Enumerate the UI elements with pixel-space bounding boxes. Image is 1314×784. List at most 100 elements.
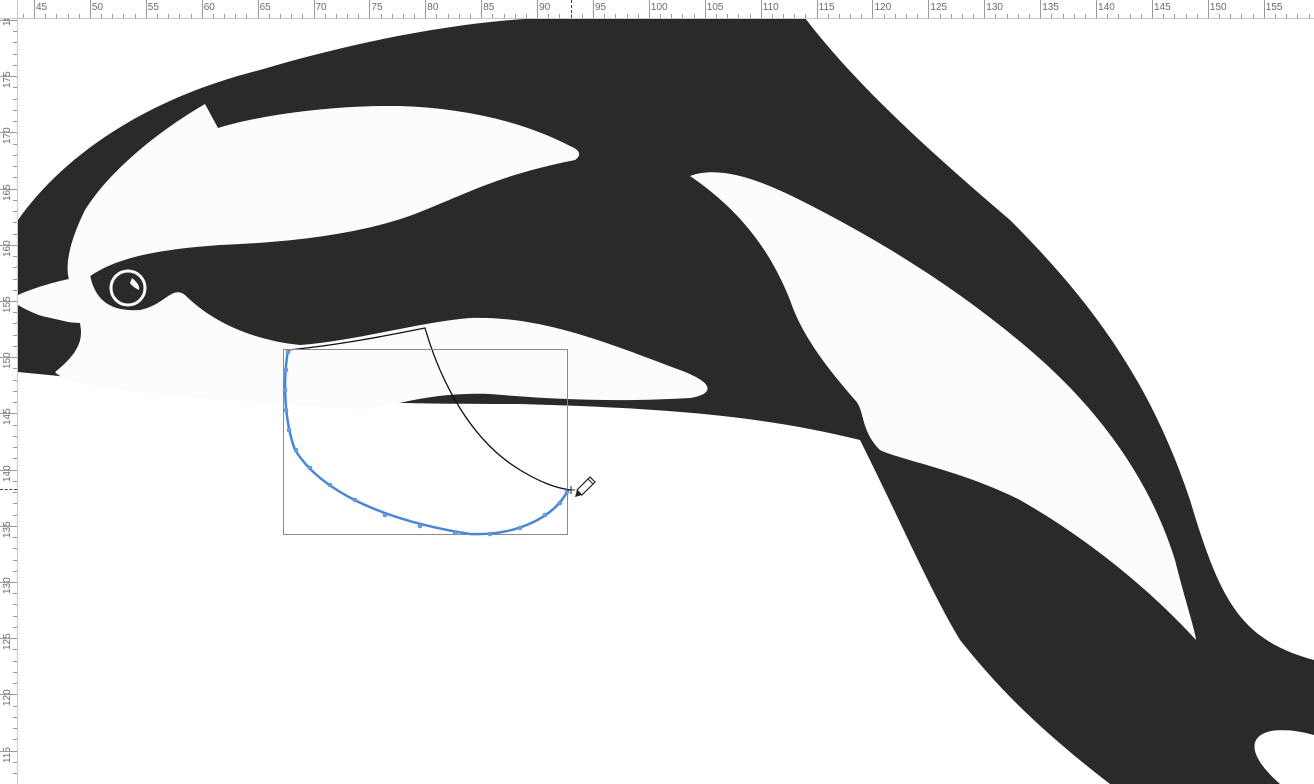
ruler-tick bbox=[861, 14, 862, 18]
ruler-tick bbox=[13, 391, 17, 392]
ruler-tick bbox=[1107, 14, 1108, 18]
ruler-tick bbox=[13, 683, 17, 684]
ruler-tick bbox=[750, 14, 751, 18]
ruler-tick bbox=[112, 14, 113, 18]
ruler-tick bbox=[638, 14, 639, 18]
ruler-tick-label: 65 bbox=[259, 2, 271, 13]
ruler-tick bbox=[783, 14, 784, 18]
ruler-tick bbox=[470, 14, 471, 18]
ruler-tick-label: 105 bbox=[706, 2, 724, 13]
ruler-tick-label: 135 bbox=[2, 521, 13, 538]
ruler-tick bbox=[13, 256, 17, 257]
ruler-tick bbox=[13, 672, 17, 673]
ruler-tick bbox=[13, 649, 17, 650]
ruler-tick bbox=[682, 14, 683, 18]
ruler-tick bbox=[13, 234, 17, 235]
ruler-tick bbox=[13, 323, 17, 324]
ruler-tick bbox=[179, 14, 180, 18]
ruler-tick bbox=[202, 0, 203, 18]
ruler-tick bbox=[0, 751, 17, 752]
ruler-tick bbox=[1040, 0, 1041, 18]
ruler-tick-label: 130 bbox=[986, 2, 1003, 13]
ruler-tick-label: 125 bbox=[930, 2, 948, 13]
ruler-tick bbox=[537, 0, 538, 18]
ruler-tick bbox=[358, 14, 359, 18]
ruler-tick bbox=[1074, 14, 1075, 18]
ruler-tick-label: 140 bbox=[1098, 2, 1115, 13]
ruler-tick bbox=[1018, 14, 1019, 18]
ruler-tick bbox=[884, 14, 885, 18]
ruler-tick bbox=[13, 155, 17, 156]
ruler-tick bbox=[1264, 0, 1265, 18]
ruler-tick bbox=[13, 87, 17, 88]
ruler-tick-label: 90 bbox=[539, 2, 551, 13]
ruler-tick bbox=[0, 638, 17, 639]
ruler-tick-label: 140 bbox=[2, 464, 13, 482]
ruler-tick bbox=[1275, 14, 1276, 18]
ruler-tick bbox=[738, 14, 739, 18]
ruler-tick bbox=[403, 14, 404, 18]
ruler-tick bbox=[0, 245, 17, 246]
ruler-tick bbox=[13, 560, 17, 561]
ruler-tick-label: 120 bbox=[874, 2, 892, 13]
ruler-tick bbox=[895, 14, 896, 18]
ruler-tick bbox=[604, 14, 605, 18]
ruler-tick bbox=[302, 14, 303, 18]
ruler-tick bbox=[0, 20, 17, 21]
ruler-tick-label: 165 bbox=[2, 183, 13, 201]
ruler-tick bbox=[13, 110, 17, 111]
ruler-tick bbox=[13, 267, 17, 268]
ruler-tick bbox=[224, 14, 225, 18]
ruler-tick bbox=[258, 0, 259, 18]
ruler-tick bbox=[906, 14, 907, 18]
vertical-ruler[interactable]: 1817517016516015515014514013513012512011… bbox=[0, 0, 18, 784]
ruler-tick bbox=[425, 0, 426, 18]
ruler-tick-label: 155 bbox=[2, 296, 13, 313]
ruler-tick bbox=[1309, 14, 1310, 18]
ruler-tick bbox=[0, 357, 17, 358]
ruler-tick-label: 110 bbox=[762, 2, 779, 13]
ruler-tick bbox=[13, 503, 17, 504]
ruler-tick bbox=[526, 14, 527, 18]
ruler-tick bbox=[45, 14, 46, 18]
pencil-icon bbox=[567, 476, 596, 497]
ruler-tick bbox=[13, 492, 17, 493]
ruler-tick bbox=[13, 279, 17, 280]
ruler-tick bbox=[0, 694, 17, 695]
ruler-tick bbox=[13, 604, 17, 605]
ruler-tick bbox=[1085, 14, 1086, 18]
ruler-tick-label: 115 bbox=[818, 2, 835, 13]
ruler-tick bbox=[940, 14, 941, 18]
ruler-tick bbox=[79, 14, 80, 18]
ruler-tick bbox=[671, 14, 672, 18]
ruler-tick bbox=[582, 14, 583, 18]
ruler-tick-label: 125 bbox=[2, 633, 13, 651]
ruler-tick bbox=[13, 661, 17, 662]
horizontal-ruler[interactable]: 45 50 55 60 65 70 75 80 85 90 95 100 105 110 115 120 125… bbox=[0, 0, 1314, 19]
ruler-tick-label: 155 bbox=[1265, 2, 1283, 13]
ruler-tick bbox=[280, 14, 281, 18]
ruler-tick bbox=[13, 65, 17, 66]
ruler-origin-corner[interactable] bbox=[0, 0, 18, 19]
ruler-tick bbox=[761, 0, 762, 18]
ruler-tick bbox=[13, 739, 17, 740]
ruler-tick-label: 115 bbox=[2, 746, 13, 763]
ruler-tick-label: 55 bbox=[147, 2, 159, 13]
ruler-tick bbox=[13, 99, 17, 100]
ruler-tick bbox=[548, 14, 549, 18]
ruler-tick bbox=[13, 335, 17, 336]
ruler-tick-label: 85 bbox=[483, 2, 495, 13]
ruler-tick bbox=[314, 0, 315, 18]
ruler-tick bbox=[772, 14, 773, 18]
ruler-tick bbox=[13, 54, 17, 55]
artwork-svg[interactable] bbox=[18, 19, 1314, 784]
ruler-tick bbox=[13, 593, 17, 594]
ruler-tick bbox=[928, 0, 929, 18]
ruler-tick bbox=[1063, 14, 1064, 18]
ruler-tick bbox=[13, 571, 17, 572]
drawing-canvas[interactable] bbox=[18, 19, 1314, 784]
ruler-tick bbox=[13, 447, 17, 448]
ruler-tick bbox=[269, 14, 270, 18]
ruler-tick bbox=[1029, 14, 1030, 18]
ruler-tick bbox=[1253, 14, 1254, 18]
